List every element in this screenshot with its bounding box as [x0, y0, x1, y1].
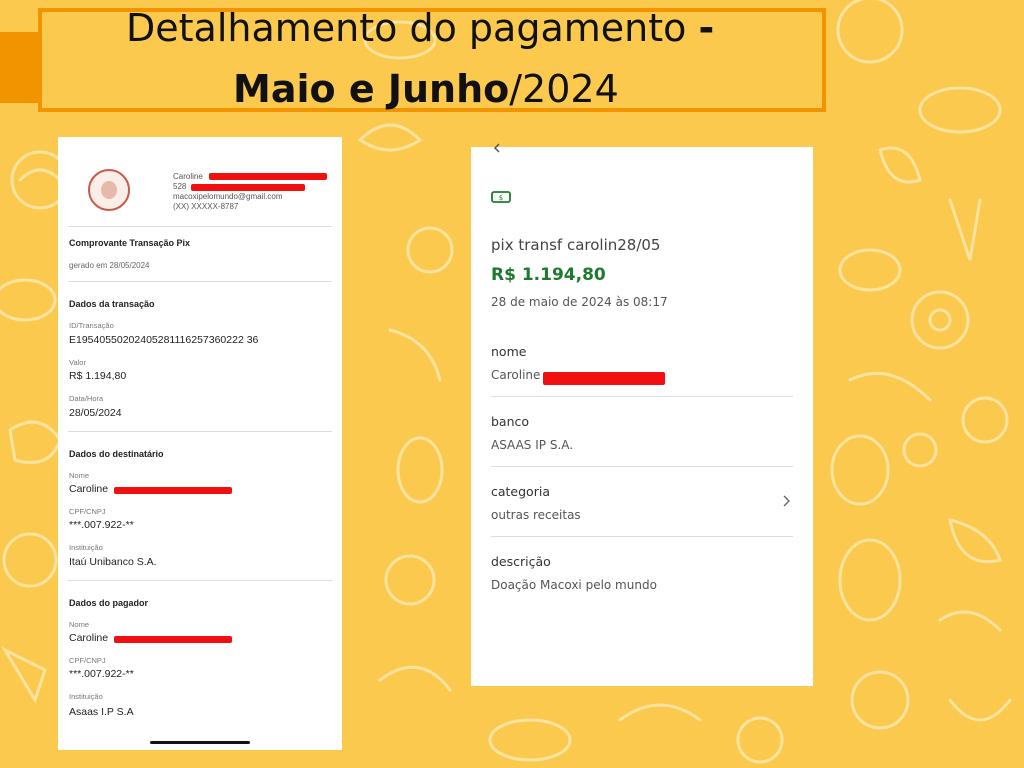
page-title-line1: Detalhamento do pagamento - — [126, 6, 715, 50]
descricao-value: Doação Macoxi pelo mundo — [491, 578, 657, 592]
transaction-detail-panel: $ pix transf carolin28/05 R$ 1.194,80 28… — [471, 143, 813, 686]
categoria-value: outras receitas — [491, 508, 581, 522]
divider — [68, 226, 332, 227]
orange-accent-tab — [0, 32, 38, 103]
divider — [68, 281, 332, 282]
banco-value: ASAAS IP S.A. — [491, 438, 574, 452]
recipient-name-value: Caroline — [69, 483, 109, 495]
nome-label: nome — [491, 344, 527, 359]
recipient-doc-value: ***.007.922-** — [69, 519, 134, 531]
banco-label: banco — [491, 414, 530, 429]
organization-logo — [88, 169, 130, 211]
payer-doc-value: ***.007.922-** — [69, 668, 134, 680]
redaction-bar — [114, 636, 232, 643]
divider — [491, 536, 793, 537]
back-chevron-icon[interactable] — [493, 143, 503, 153]
recipient-name-label: Nome — [69, 471, 90, 480]
pix-receipt: Caroline 528 macoxipelomundo@gmail.com (… — [58, 137, 342, 750]
transaction-amount: R$ 1.194,80 — [491, 265, 606, 285]
payer-name-value: Caroline — [69, 632, 109, 644]
categoria-row[interactable]: categoria outras receitas — [471, 467, 813, 537]
page-title-line2: Maio e Junho/2024 — [233, 67, 619, 111]
categoria-label: categoria — [491, 484, 550, 499]
chevron-right-icon — [783, 495, 790, 507]
recipient-section-title: Dados do destinatário — [69, 449, 164, 459]
descricao-label: descrição — [491, 554, 551, 569]
redaction-bar — [191, 184, 305, 191]
payer-section-title: Dados do pagador — [69, 598, 149, 608]
redaction-bar — [543, 372, 665, 385]
redaction-bar — [209, 173, 327, 180]
transaction-section-title: Dados da transação — [69, 299, 155, 309]
divider — [491, 396, 793, 397]
date-value: 28/05/2024 — [69, 407, 122, 419]
header-email: macoxipelomundo@gmail.com — [173, 192, 283, 201]
payer-name-label: Nome — [69, 620, 90, 629]
svg-text:$: $ — [499, 194, 503, 202]
home-indicator — [150, 741, 250, 744]
generated-date: gerado em 28/05/2024 — [69, 261, 150, 270]
payer-doc-label: CPF/CNPJ — [69, 656, 106, 665]
divider — [68, 431, 332, 432]
recipient-inst-value: Itaú Unibanco S.A. — [69, 556, 157, 568]
redaction-bar — [114, 487, 232, 494]
transaction-id-label: ID/Transação — [69, 321, 114, 330]
recipient-doc-label: CPF/CNPJ — [69, 507, 106, 516]
value-label: Valor — [69, 358, 86, 367]
nome-value: Caroline — [491, 368, 541, 382]
payer-inst-value: Asaas I.P S.A — [69, 706, 134, 718]
value-amount: R$ 1.194,80 — [69, 370, 127, 382]
divider — [68, 580, 332, 581]
transaction-id-value: E19540550202405281116257360222 36 — [69, 334, 259, 346]
receipt-title: Comprovante Transação Pix — [69, 238, 191, 248]
money-icon: $ — [491, 191, 511, 203]
payer-inst-label: Instituição — [69, 692, 103, 701]
transaction-datetime: 28 de maio de 2024 às 08:17 — [491, 295, 668, 309]
date-label: Data/Hora — [69, 394, 104, 403]
recipient-inst-label: Instituição — [69, 543, 103, 552]
header-phone: (XX) XXXXX-8787 — [173, 202, 239, 211]
transaction-description: pix transf carolin28/05 — [491, 236, 661, 254]
